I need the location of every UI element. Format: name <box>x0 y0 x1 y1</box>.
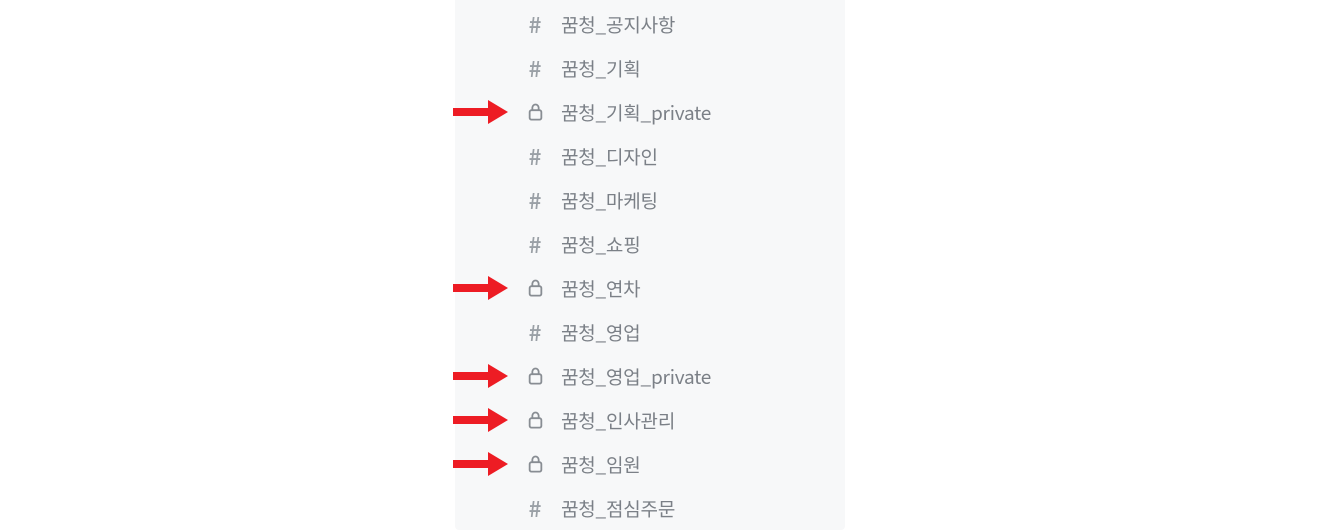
lock-icon <box>525 411 545 429</box>
channel-label: 꿈청_마케팅 <box>561 187 658 214</box>
channel-label: 꿈청_기획 <box>561 55 641 82</box>
lock-icon <box>525 279 545 297</box>
channel-label: 꿈청_임원 <box>561 451 641 478</box>
channel-item[interactable]: # 꿈청_영업 <box>455 310 845 354</box>
hash-icon: # <box>525 321 545 343</box>
lock-icon <box>525 367 545 385</box>
stage: # 꿈청_공지사항 # 꿈청_기획꿈청_기획_private # 꿈청_디자인 # 꿈청_마케… <box>0 0 1320 518</box>
channel-label: 꿈청_영업 <box>561 319 641 346</box>
channel-item[interactable]: 꿈청_인사관리 <box>455 398 845 442</box>
channel-item[interactable]: 꿈청_기획_private <box>455 90 845 134</box>
hash-icon: # <box>525 13 545 35</box>
channel-item[interactable]: # 꿈청_공지사항 <box>455 2 845 46</box>
lock-icon <box>525 103 545 121</box>
channel-label: 꿈청_공지사항 <box>561 11 675 38</box>
channel-label: 꿈청_기획_private <box>561 99 711 126</box>
channel-label: 꿈청_인사관리 <box>561 407 675 434</box>
channel-item[interactable]: # 꿈청_쇼핑 <box>455 222 845 266</box>
channel-item[interactable]: 꿈청_임원 <box>455 442 845 486</box>
channel-item[interactable]: # 꿈청_점심주문 <box>455 486 845 530</box>
channel-label: 꿈청_연차 <box>561 275 641 302</box>
channel-label: 꿈청_디자인 <box>561 143 658 170</box>
channel-label: 꿈청_영업_private <box>561 363 711 390</box>
channel-panel: # 꿈청_공지사항 # 꿈청_기획꿈청_기획_private # 꿈청_디자인 # 꿈청_마케… <box>455 0 845 530</box>
channel-label: 꿈청_점심주문 <box>561 495 675 522</box>
channel-list: # 꿈청_공지사항 # 꿈청_기획꿈청_기획_private # 꿈청_디자인 # 꿈청_마케… <box>455 2 845 530</box>
hash-icon: # <box>525 57 545 79</box>
hash-icon: # <box>525 189 545 211</box>
channel-item[interactable]: # 꿈청_마케팅 <box>455 178 845 222</box>
channel-item[interactable]: # 꿈청_디자인 <box>455 134 845 178</box>
hash-icon: # <box>525 233 545 255</box>
lock-icon <box>525 455 545 473</box>
channel-item[interactable]: 꿈청_영업_private <box>455 354 845 398</box>
channel-label: 꿈청_쇼핑 <box>561 231 641 258</box>
channel-item[interactable]: # 꿈청_기획 <box>455 46 845 90</box>
channel-item[interactable]: 꿈청_연차 <box>455 266 845 310</box>
hash-icon: # <box>525 497 545 519</box>
hash-icon: # <box>525 145 545 167</box>
